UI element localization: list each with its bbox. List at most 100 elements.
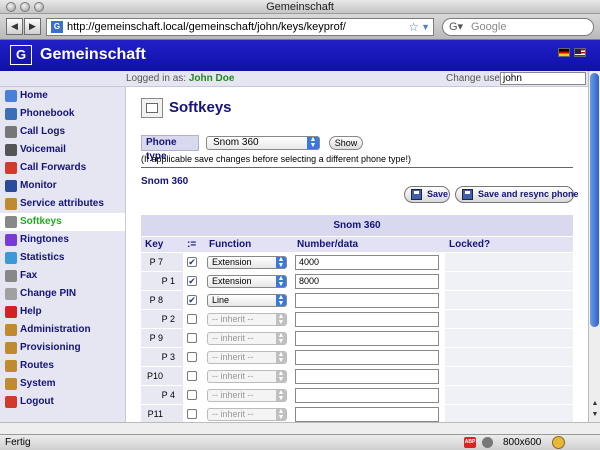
number-cell xyxy=(293,329,445,347)
number-input[interactable] xyxy=(295,350,439,365)
vertical-scrollbar[interactable]: ▲ ▼ xyxy=(588,71,600,422)
table-header-row: Key := Function Number/data Locked? xyxy=(141,237,573,253)
sidebar-item-label: Provisioning xyxy=(20,342,81,353)
logged-in-label: Logged in as: xyxy=(126,73,187,84)
table-row: P11 -- inherit -- ▲ ▼ xyxy=(141,405,573,422)
checkbox[interactable] xyxy=(187,409,197,419)
phonebook-icon xyxy=(5,108,17,120)
service-attributes-icon xyxy=(5,198,17,210)
table-row: P 1 ✔ Extension ▲ ▼ 8000 xyxy=(141,272,573,291)
function-value: Extension xyxy=(212,257,252,267)
function-select[interactable]: Extension ▲ ▼ xyxy=(207,256,287,269)
sidebar-item-fax[interactable]: Fax xyxy=(0,267,125,285)
number-input[interactable] xyxy=(295,312,439,327)
divider xyxy=(141,167,573,168)
function-value: -- inherit -- xyxy=(212,371,254,381)
sidebar-item-change-pin[interactable]: Change PIN xyxy=(0,285,125,303)
sidebar-item-call-logs[interactable]: Call Logs xyxy=(0,123,125,141)
locked-cell xyxy=(445,272,573,290)
function-select[interactable]: Line ▲ ▼ xyxy=(207,294,287,307)
checkbox-checked[interactable]: ✔ xyxy=(187,295,197,305)
function-select[interactable]: Extension ▲ ▼ xyxy=(207,275,287,288)
sidebar-item-label: Phonebook xyxy=(20,108,75,119)
url-dropdown-icon[interactable]: ▼ xyxy=(421,19,430,35)
smiley-icon[interactable] xyxy=(552,436,565,449)
minimize-window-icon[interactable] xyxy=(20,2,30,12)
scroll-up-icon[interactable]: ▲ xyxy=(590,399,600,409)
number-input[interactable]: 8000 xyxy=(295,274,439,289)
german-flag-icon[interactable] xyxy=(558,48,570,57)
sidebar-item-administration[interactable]: Administration xyxy=(0,321,125,339)
table-row: P10 -- inherit -- ▲ ▼ xyxy=(141,367,573,386)
function-value: Extension xyxy=(212,276,252,286)
sidebar-item-label: Service attributes xyxy=(20,198,104,209)
scrollbar-thumb[interactable] xyxy=(590,73,599,327)
sidebar-item-monitor[interactable]: Monitor xyxy=(0,177,125,195)
softkeys-table: Snom 360 Key := Function Number/data Loc… xyxy=(141,215,573,422)
back-button[interactable]: ◀ xyxy=(6,18,23,35)
set-cell xyxy=(183,405,205,422)
save-and-resync-button[interactable]: Save and resync phone xyxy=(455,186,579,203)
sidebar-item-label: Help xyxy=(20,306,42,317)
select-arrows-icon: ▲ ▼ xyxy=(276,275,286,288)
sidebar-item-routes[interactable]: Routes xyxy=(0,357,125,375)
number-cell xyxy=(293,405,445,422)
app-header: G Gemeinschaft xyxy=(0,40,600,71)
floppy-disk-icon xyxy=(411,189,422,200)
search-engine-icon[interactable]: G▾ xyxy=(449,19,463,35)
sidebar-item-ringtones[interactable]: Ringtones xyxy=(0,231,125,249)
sidebar-item-service-attributes[interactable]: Service attributes xyxy=(0,195,125,213)
sidebar-item-logout[interactable]: Logout xyxy=(0,393,125,411)
english-flag-icon[interactable] xyxy=(574,48,586,57)
sidebar-item-voicemail[interactable]: Voicemail xyxy=(0,141,125,159)
checkbox[interactable] xyxy=(187,371,197,381)
key-cell: P 2 xyxy=(141,310,183,328)
sidebar-item-home[interactable]: Home xyxy=(0,87,125,105)
viewport-size: 800x600 xyxy=(503,437,542,448)
sidebar-item-label: Logout xyxy=(20,396,54,407)
phone-type-select[interactable]: Snom 360 ▲ ▼ xyxy=(206,136,320,150)
firebug-icon[interactable] xyxy=(482,437,493,448)
change-user-input[interactable]: john xyxy=(500,72,586,85)
key-cell: P 8 xyxy=(141,291,183,309)
set-cell xyxy=(183,386,205,404)
checkbox[interactable] xyxy=(187,352,197,362)
url-bar[interactable]: G http://gemeinschaft.local/gemeinschaft… xyxy=(46,18,434,36)
sidebar-item-system[interactable]: System xyxy=(0,375,125,393)
checkbox[interactable] xyxy=(187,314,197,324)
checkbox[interactable] xyxy=(187,390,197,400)
number-input[interactable]: 4000 xyxy=(295,255,439,270)
number-input[interactable] xyxy=(295,407,439,422)
sidebar-item-label: Call Forwards xyxy=(20,162,87,173)
function-cell: -- inherit -- ▲ ▼ xyxy=(205,329,293,347)
sidebar-item-statistics[interactable]: Statistics xyxy=(0,249,125,267)
checkbox-checked[interactable]: ✔ xyxy=(187,276,197,286)
set-cell xyxy=(183,329,205,347)
number-input[interactable] xyxy=(295,388,439,403)
sidebar-item-call-forwards[interactable]: Call Forwards xyxy=(0,159,125,177)
function-cell: -- inherit -- ▲ ▼ xyxy=(205,405,293,422)
phone-type-note: (If applicable save changes before selec… xyxy=(141,154,412,164)
search-input[interactable]: G▾ Google xyxy=(442,18,594,36)
save-button[interactable]: Save xyxy=(404,186,450,203)
key-label: P10 xyxy=(146,371,163,381)
zoom-window-icon[interactable] xyxy=(34,2,44,12)
show-button[interactable]: Show xyxy=(329,136,363,150)
sidebar-item-softkeys[interactable]: Softkeys xyxy=(0,213,125,231)
sidebar-item-label: Call Logs xyxy=(20,126,66,137)
bookmark-star-icon[interactable]: ☆ xyxy=(408,19,419,35)
scroll-down-icon[interactable]: ▼ xyxy=(590,410,600,420)
number-input[interactable] xyxy=(295,293,439,308)
sidebar-item-phonebook[interactable]: Phonebook xyxy=(0,105,125,123)
sidebar-item-provisioning[interactable]: Provisioning xyxy=(0,339,125,357)
checkbox-checked[interactable]: ✔ xyxy=(187,257,197,267)
number-input[interactable] xyxy=(295,331,439,346)
horizontal-scrollbar[interactable] xyxy=(0,422,600,434)
close-window-icon[interactable] xyxy=(6,2,16,12)
adblock-icon[interactable]: ABP xyxy=(464,437,476,448)
sidebar-item-help[interactable]: Help xyxy=(0,303,125,321)
sidebar-item-label: Change PIN xyxy=(20,288,77,299)
checkbox[interactable] xyxy=(187,333,197,343)
number-input[interactable] xyxy=(295,369,439,384)
forward-button[interactable]: ▶ xyxy=(24,18,41,35)
